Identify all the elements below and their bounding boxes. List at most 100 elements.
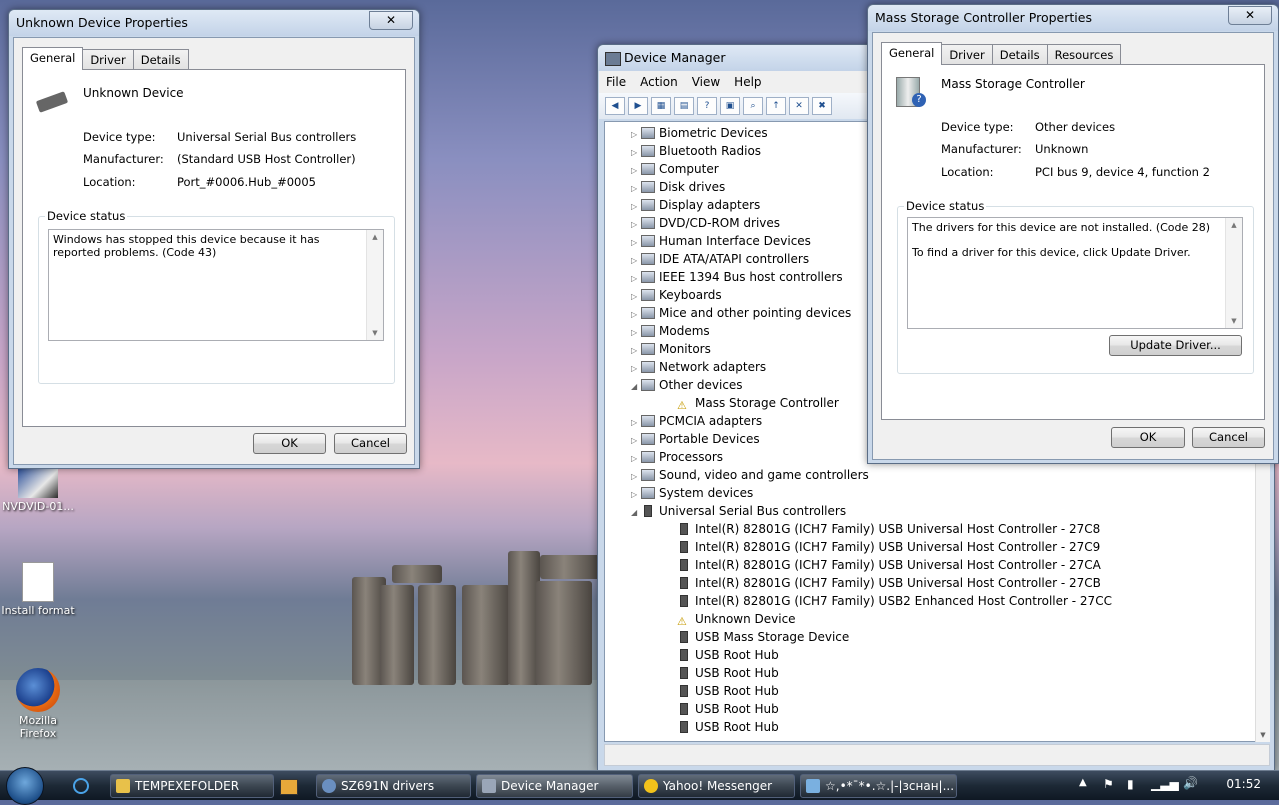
tab-driver[interactable]: Driver	[941, 44, 993, 65]
tree-device[interactable]: Intel(R) 82801G (ICH7 Family) USB Univer…	[667, 538, 1100, 556]
tree-category[interactable]: ▷ Human Interface Devices	[631, 232, 811, 250]
tree-category[interactable]: ▷ DVD/CD-ROM drives	[631, 214, 780, 232]
back-icon[interactable]: ◀	[605, 97, 625, 115]
menu-help[interactable]: Help	[727, 71, 768, 93]
tab-general[interactable]: General	[22, 47, 84, 70]
tree-category[interactable]: ▷ Monitors	[631, 340, 711, 358]
update-driver-button[interactable]: Update Driver...	[1109, 335, 1242, 356]
tree-device[interactable]: USB Root Hub	[667, 682, 779, 700]
tree-device[interactable]: ⚠ Unknown Device	[667, 610, 796, 628]
clock[interactable]: 01:52	[1226, 777, 1261, 791]
show-hidden-icons-icon[interactable]: ▲	[1079, 777, 1087, 788]
tree-category[interactable]: ▷ Portable Devices	[631, 430, 760, 448]
tree-category[interactable]: ◢ Universal Serial Bus controllers	[631, 502, 846, 520]
close-button[interactable]: ✕	[1228, 6, 1272, 25]
tab-details[interactable]: Details	[991, 44, 1048, 65]
taskbar-item-sz691n-drivers[interactable]: SZ691N drivers	[316, 774, 471, 798]
tree-category[interactable]: ▷ IEEE 1394 Bus host controllers	[631, 268, 843, 286]
usb-icon	[680, 541, 688, 553]
tree-device[interactable]: Intel(R) 82801G (ICH7 Family) USB Univer…	[667, 574, 1101, 592]
device-status-line-1: The drivers for this device are not inst…	[912, 221, 1211, 234]
tree-item-label: System devices	[659, 486, 754, 500]
tree-device[interactable]: USB Mass Storage Device	[667, 628, 849, 646]
collapse-arrow-icon[interactable]: ◢	[631, 504, 641, 522]
uninstall-icon[interactable]: ✖	[812, 97, 832, 115]
manufacturer-value: (Standard USB Host Controller)	[177, 152, 356, 166]
tree-category[interactable]: ▷ Sound, video and game controllers	[631, 466, 869, 484]
cancel-button[interactable]: Cancel	[334, 433, 407, 454]
update-driver-icon[interactable]: ↑	[766, 97, 786, 115]
tree-category[interactable]: ▷ PCMCIA adapters	[631, 412, 762, 430]
tree-category[interactable]: ▷ Bluetooth Radios	[631, 142, 761, 160]
power-icon[interactable]: ▮	[1127, 777, 1134, 791]
tab-driver[interactable]: Driver	[82, 49, 134, 70]
device-status-textbox[interactable]: The drivers for this device are not inst…	[907, 217, 1243, 329]
tree-item-label: Mass Storage Controller	[695, 396, 839, 410]
taskbar-item-device-manager[interactable]: Device Manager	[476, 774, 633, 798]
taskbar-item-tempexefolder[interactable]: TEMPEXEFOLDER	[110, 774, 274, 798]
unknown-device-properties-window: Unknown Device Properties ✕ General Driv…	[8, 9, 420, 469]
tree-category[interactable]: ◢ Other devices	[631, 376, 743, 394]
tree-item-label: Display adapters	[659, 198, 761, 212]
tree-category[interactable]: ▷ System devices	[631, 484, 753, 502]
tree-category[interactable]: ▷ Mice and other pointing devices	[631, 304, 851, 322]
tab-resources[interactable]: Resources	[1046, 44, 1122, 65]
tree-category[interactable]: ▷ IDE ATA/ATAPI controllers	[631, 250, 809, 268]
tree-device[interactable]: USB Root Hub	[667, 718, 779, 736]
cancel-button[interactable]: Cancel	[1192, 427, 1265, 448]
menu-view[interactable]: View	[685, 71, 727, 93]
tree-device[interactable]: USB Root Hub	[667, 646, 779, 664]
collapse-arrow-icon[interactable]: ◢	[631, 378, 641, 396]
tree-device[interactable]: Intel(R) 82801G (ICH7 Family) USB Univer…	[667, 556, 1101, 574]
help-icon[interactable]: ?	[697, 97, 717, 115]
window-title: Mass Storage Controller Properties	[868, 5, 1278, 31]
usb-icon	[680, 721, 688, 733]
tree-category[interactable]: ▷ Disk drives	[631, 178, 725, 196]
tree-category[interactable]: ▷ Biometric Devices	[631, 124, 768, 142]
device-status-textbox[interactable]: Windows has stopped this device because …	[48, 229, 384, 341]
menu-action[interactable]: Action	[633, 71, 685, 93]
properties-icon[interactable]: ▤	[674, 97, 694, 115]
tree-item-label: Monitors	[659, 342, 711, 356]
desktop-icon-nvdvid[interactable]: NVDVID-01...	[0, 468, 76, 513]
tab-details[interactable]: Details	[132, 49, 189, 70]
device-status-line-2: To find a driver for this device, click …	[912, 246, 1191, 259]
scan-hardware-icon[interactable]: ⌕	[743, 97, 763, 115]
tree-device[interactable]: USB Root Hub	[667, 700, 779, 718]
tree-device[interactable]: Intel(R) 82801G (ICH7 Family) USB Univer…	[667, 520, 1100, 538]
taskbar-item-chat[interactable]: ☆,•*¯*•.☆.|-|зснан|...	[800, 774, 957, 798]
taskbar-item-label: Device Manager	[501, 779, 599, 793]
tree-device[interactable]: Intel(R) 82801G (ICH7 Family) USB2 Enhan…	[667, 592, 1112, 610]
desktop-icon-install-format[interactable]: Install format	[0, 562, 76, 617]
media-player-icon[interactable]	[280, 779, 298, 795]
show-hide-icon[interactable]: ▣	[720, 97, 740, 115]
tree-category[interactable]: ▷ Computer	[631, 160, 719, 178]
network-icon[interactable]: ▁▃▅	[1151, 777, 1179, 791]
console-tree-icon[interactable]: ▦	[651, 97, 671, 115]
flag-icon[interactable]: ⚑	[1103, 777, 1114, 791]
tree-device[interactable]: USB Root Hub	[667, 664, 779, 682]
device-name: Mass Storage Controller	[941, 77, 1085, 91]
tab-general[interactable]: General	[881, 42, 943, 65]
desktop-icon-firefox[interactable]: Mozilla Firefox	[0, 668, 76, 740]
tree-category[interactable]: ▷ Modems	[631, 322, 710, 340]
status-scrollbar[interactable]: ▲ ▼	[1225, 218, 1242, 328]
tree-category[interactable]: ▷ Display adapters	[631, 196, 760, 214]
volume-icon[interactable]: 🔊	[1183, 776, 1198, 790]
close-button[interactable]: ✕	[369, 11, 413, 30]
forward-icon[interactable]: ▶	[628, 97, 648, 115]
ok-button[interactable]: OK	[253, 433, 326, 454]
taskbar-item-yahoo-messenger[interactable]: Yahoo! Messenger	[638, 774, 795, 798]
tree-category[interactable]: ▷ Keyboards	[631, 286, 722, 304]
status-scrollbar[interactable]: ▲ ▼	[366, 230, 383, 340]
internet-explorer-icon[interactable]	[73, 778, 89, 794]
desktop-icon-label: NVDVID-01...	[2, 500, 74, 513]
tree-category[interactable]: ▷ Network adapters	[631, 358, 766, 376]
start-button[interactable]	[6, 767, 44, 805]
tree-item-label: Computer	[659, 162, 719, 176]
tree-device[interactable]: ⚠ Mass Storage Controller	[667, 394, 839, 412]
disable-icon[interactable]: ✕	[789, 97, 809, 115]
menu-file[interactable]: File	[599, 71, 633, 93]
ok-button[interactable]: OK	[1111, 427, 1185, 448]
tree-category[interactable]: ▷ Processors	[631, 448, 723, 466]
